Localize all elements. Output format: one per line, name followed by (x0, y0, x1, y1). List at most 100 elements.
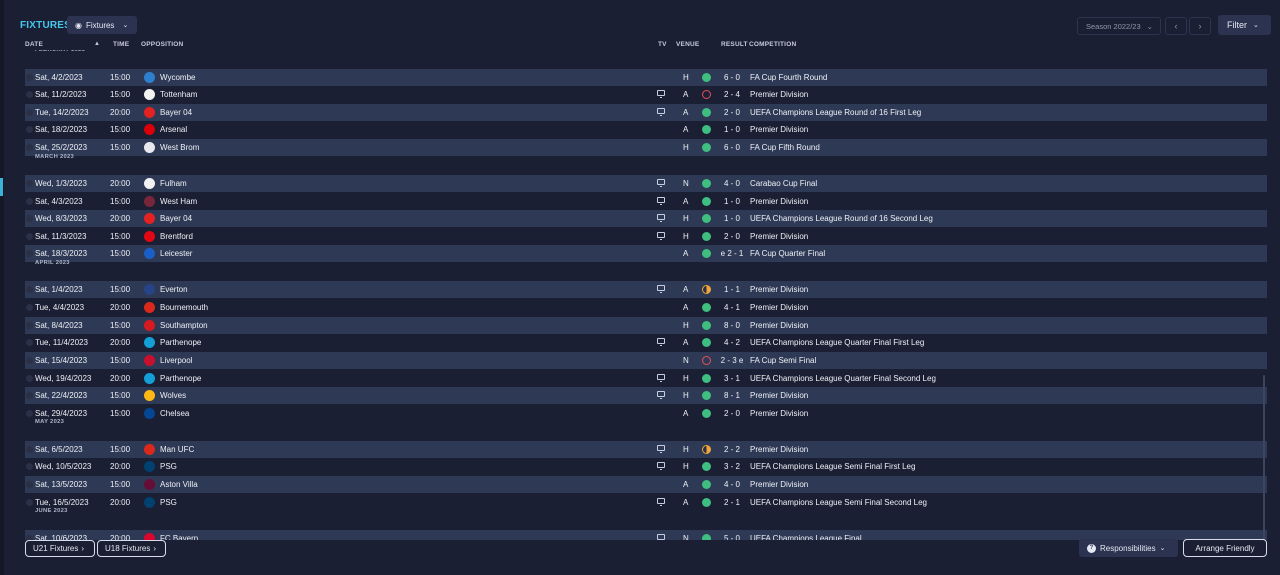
fixture-result[interactable]: 2 - 0 (717, 104, 747, 121)
column-header-opposition[interactable]: OPPOSITION (141, 41, 183, 48)
fixture-competition[interactable]: Premier Division (750, 317, 808, 334)
fixture-competition[interactable]: Premier Division (750, 193, 808, 210)
previous-season-button[interactable]: ‹ (1165, 17, 1187, 35)
fixture-competition[interactable]: UEFA Champions League Semi Final First L… (750, 458, 915, 475)
arrange-friendly-button[interactable]: Arrange Friendly (1183, 539, 1267, 557)
fixture-result[interactable]: 4 - 0 (717, 175, 747, 192)
page-title: FIXTURES (20, 20, 72, 31)
opposition-name[interactable]: Southampton (160, 317, 208, 334)
fixture-venue: H (683, 214, 689, 223)
fixture-result[interactable]: 4 - 0 (717, 476, 747, 493)
column-header-result[interactable]: RESULT (721, 41, 748, 48)
opposition-name[interactable]: Wycombe (160, 69, 196, 86)
fixture-row[interactable]: Sat, 11/3/2023 15:00 Brentford H 2 - 0 Premie… (25, 228, 1267, 245)
column-header-competition[interactable]: COMPETITION (749, 41, 796, 48)
opposition-name[interactable]: Everton (160, 281, 188, 298)
fixture-row[interactable]: Sat, 8/4/2023 15:00 Southampton H 8 - 0 Premi… (25, 317, 1267, 334)
fixture-result[interactable]: 5 - 0 (717, 530, 747, 540)
opposition-name[interactable]: Fulham (160, 175, 187, 192)
u18-fixtures-button[interactable]: U18 Fixtures › (97, 540, 166, 557)
fixture-row[interactable]: Sat, 11/2/2023 15:00 Tottenham A 2 - 4 Premie… (25, 86, 1267, 103)
fixture-competition[interactable]: Premier Division (750, 299, 808, 316)
view-dropdown[interactable]: ◉ Fixtures ⌄ (67, 16, 138, 34)
opposition-name[interactable]: Aston Villa (160, 476, 198, 493)
season-dropdown[interactable]: Season 2022/23 ⌄ (1077, 17, 1161, 35)
opposition-name[interactable]: Parthenope (160, 334, 201, 351)
responsibilities-button[interactable]: ? Responsibilities ⌄ (1079, 539, 1178, 557)
fixture-result[interactable]: 3 - 1 (717, 370, 747, 387)
fixture-result[interactable]: 1 - 0 (717, 193, 747, 210)
fixture-row[interactable]: Wed, 19/4/2023 20:00 Parthenope H 3 - 1 UEFA … (25, 370, 1267, 387)
fixture-result[interactable]: 2 - 0 (717, 228, 747, 245)
opposition-name[interactable]: Wolves (160, 387, 186, 404)
opposition-name[interactable]: PSG (160, 458, 177, 475)
fixture-row[interactable]: Sat, 13/5/2023 15:00 Aston Villa A 4 - 0 Prem… (25, 476, 1267, 493)
fixture-row[interactable]: Wed, 10/5/2023 20:00 PSG H 3 - 2 UEFA Champio… (25, 458, 1267, 475)
filter-button[interactable]: Filter ⌄ (1218, 15, 1271, 35)
fixture-competition[interactable]: Premier Division (750, 121, 808, 138)
fixture-row[interactable]: Tue, 11/4/2023 20:00 Parthenope A 4 - 2 UEFA … (25, 334, 1267, 351)
u21-fixtures-button[interactable]: U21 Fixtures › (25, 540, 95, 557)
opposition-name[interactable]: Brentford (160, 228, 193, 245)
fixture-result[interactable]: 1 - 0 (717, 210, 747, 227)
opposition-name[interactable]: FC Bayern (160, 530, 198, 540)
fixture-result[interactable]: 2 - 4 (717, 86, 747, 103)
column-header-date[interactable]: DATE (25, 41, 43, 48)
fixture-result[interactable]: 3 - 2 (717, 458, 747, 475)
fixture-competition[interactable]: UEFA Champions League Quarter Final Seco… (750, 370, 936, 387)
fixture-competition[interactable]: FA Cup Semi Final (750, 352, 816, 369)
fixture-competition[interactable]: UEFA Champions League Final (750, 530, 862, 540)
fixture-row[interactable]: Wed, 8/3/2023 20:00 Bayer 04 H 1 - 0 UEFA Cha… (25, 210, 1267, 227)
fixture-competition[interactable]: Carabao Cup Final (750, 175, 817, 192)
fixture-row[interactable]: Tue, 4/4/2023 20:00 Bournemouth A 4 - 1 Premi… (25, 299, 1267, 316)
fixture-result[interactable]: 1 - 0 (717, 121, 747, 138)
fixture-result[interactable]: 6 - 0 (717, 69, 747, 86)
sort-ascending-icon[interactable]: ▲ (94, 41, 100, 47)
fixture-competition[interactable]: UEFA Champions League Round of 16 Second… (750, 210, 933, 227)
eye-icon: ◉ (75, 20, 82, 30)
fixture-result[interactable]: 2 - 3 e (717, 352, 747, 369)
opposition-name[interactable]: Parthenope (160, 370, 201, 387)
fixture-competition[interactable]: Premier Division (750, 281, 808, 298)
fixture-result[interactable]: 4 - 1 (717, 299, 747, 316)
fixture-result[interactable]: 1 - 1 (717, 281, 747, 298)
win-result-icon (702, 214, 711, 223)
fixture-row[interactable]: Sat, 22/4/2023 15:00 Wolves H 8 - 1 Premier D… (25, 387, 1267, 404)
fixture-competition[interactable]: FA Cup Fourth Round (750, 69, 827, 86)
opposition-name[interactable]: West Ham (160, 193, 197, 210)
fixture-competition[interactable]: Premier Division (750, 441, 808, 458)
fixture-row[interactable]: Tue, 14/2/2023 20:00 Bayer 04 A 2 - 0 UEFA Ch… (25, 104, 1267, 121)
fixture-row[interactable]: Sat, 4/2/2023 15:00 Wycombe H 6 - 0 FA Cup Fo… (25, 69, 1267, 86)
fixture-result[interactable]: 8 - 1 (717, 387, 747, 404)
fixture-row[interactable]: Sat, 18/2/2023 15:00 Arsenal A 1 - 0 Premier … (25, 121, 1267, 138)
opposition-name[interactable]: Man UFC (160, 441, 194, 458)
opposition-name[interactable]: Arsenal (160, 121, 187, 138)
fixture-competition[interactable]: Premier Division (750, 86, 808, 103)
scrollbar[interactable] (1263, 375, 1265, 540)
fixture-row[interactable]: Sat, 1/4/2023 15:00 Everton A 1 - 1 Premier D… (25, 281, 1267, 298)
fixture-competition[interactable]: Premier Division (750, 387, 808, 404)
opposition-name[interactable]: Liverpool (160, 352, 192, 369)
fixture-competition[interactable]: Premier Division (750, 228, 808, 245)
opposition-name[interactable]: Bournemouth (160, 299, 208, 316)
opposition-name[interactable]: Bayer 04 (160, 210, 192, 227)
fixture-row[interactable]: Wed, 1/3/2023 20:00 Fulham N 4 - 0 Carabao Cu… (25, 175, 1267, 192)
column-header-venue[interactable]: VENUE (676, 41, 699, 48)
u18-fixtures-label: U18 Fixtures (105, 544, 151, 553)
fixture-result[interactable]: 8 - 0 (717, 317, 747, 334)
fixture-date: Tue, 11/4/2023 (35, 338, 88, 347)
fixture-row[interactable]: Sat, 15/4/2023 15:00 Liverpool N 2 - 3 e FA C… (25, 352, 1267, 369)
column-header-time[interactable]: TIME (113, 41, 129, 48)
fixture-row[interactable]: Sat, 4/3/2023 15:00 West Ham A 1 - 0 Premier … (25, 193, 1267, 210)
fixture-result[interactable]: 2 - 2 (717, 441, 747, 458)
fixture-row[interactable]: Sat, 6/5/2023 15:00 Man UFC H 2 - 2 Premier D… (25, 441, 1267, 458)
next-season-button[interactable]: › (1189, 17, 1211, 35)
opposition-name[interactable]: Tottenham (160, 86, 197, 103)
fixture-competition[interactable]: UEFA Champions League Round of 16 First … (750, 104, 921, 121)
opposition-name[interactable]: Bayer 04 (160, 104, 192, 121)
fixture-competition[interactable]: UEFA Champions League Quarter Final Firs… (750, 334, 924, 351)
fixture-competition[interactable]: Premier Division (750, 476, 808, 493)
month-header: MAY 2023 (25, 414, 1267, 431)
column-header-tv[interactable]: TV (658, 41, 667, 48)
fixture-result[interactable]: 4 - 2 (717, 334, 747, 351)
